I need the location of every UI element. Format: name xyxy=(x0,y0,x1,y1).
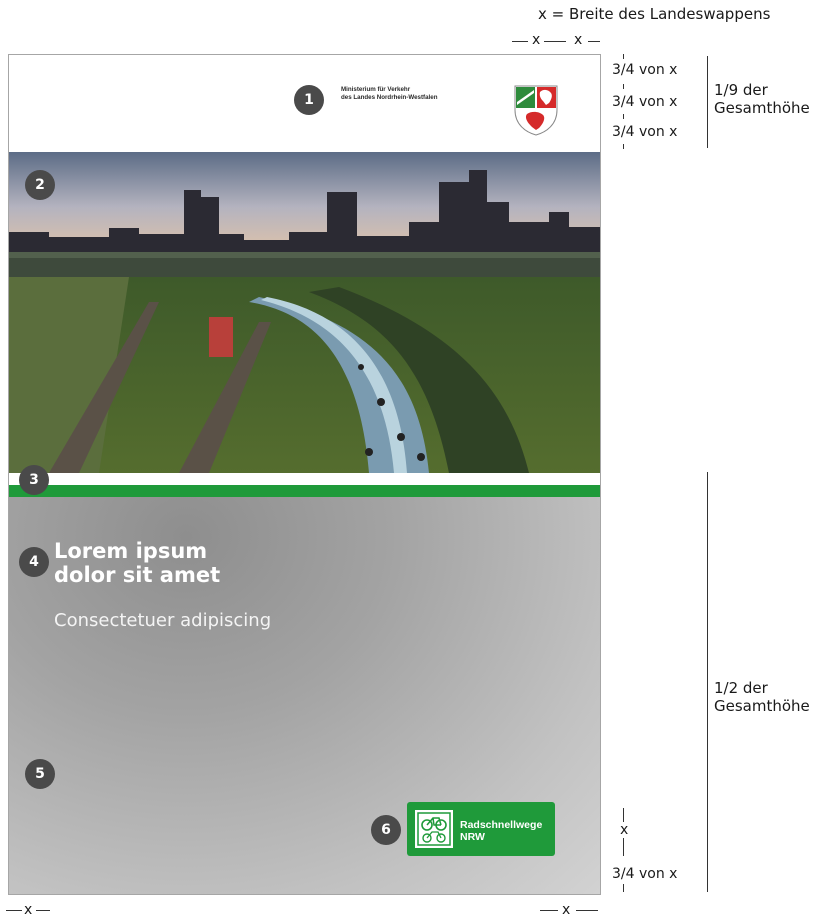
dimension-line xyxy=(623,838,624,856)
headline-line-2: dolor sit amet xyxy=(54,563,221,587)
ministry-name: Ministerium für Verkehr des Landes Nordr… xyxy=(341,86,438,102)
bottom-x-right: x xyxy=(562,902,571,918)
dimension-line xyxy=(544,41,566,42)
callout-badge-5: 5 xyxy=(25,759,55,789)
callout-badge-3: 3 xyxy=(19,465,49,495)
callout-badge-1: 1 xyxy=(294,85,324,115)
x-bottom-marker: x xyxy=(620,822,629,838)
dimension-tick xyxy=(623,144,624,149)
dimension-line xyxy=(6,910,22,911)
dimension-line xyxy=(623,808,624,822)
white-stripe xyxy=(9,473,600,485)
three-quarter-label-1: 3/4 von x xyxy=(612,62,678,78)
callout-badge-6: 6 xyxy=(371,815,401,845)
dimension-line xyxy=(588,41,600,42)
dimension-tick xyxy=(623,114,624,119)
ninth-label-line2: Gesamthöhe xyxy=(714,99,810,117)
dimension-line xyxy=(36,910,50,911)
three-quarter-label-2: 3/4 von x xyxy=(612,94,678,110)
bicycle-icon xyxy=(415,810,453,848)
dimension-line xyxy=(512,41,528,42)
half-label-line2: Gesamthöhe xyxy=(714,697,810,715)
callout-badge-4: 4 xyxy=(19,547,49,577)
ministry-line-1: Ministerium für Verkehr xyxy=(341,86,411,93)
three-quarter-bottom: 3/4 von x xyxy=(612,866,678,882)
city-photo-image xyxy=(9,152,600,473)
poster-subline: Consectetuer adipiscing xyxy=(54,610,272,631)
dimension-x-right: x xyxy=(574,32,583,48)
three-quarter-label-3: 3/4 von x xyxy=(612,124,678,140)
radschnellwege-logo: Radschnellwege NRW xyxy=(407,802,555,856)
dimension-tick xyxy=(623,84,624,89)
coat-of-arms-icon xyxy=(514,85,558,136)
width-definition: x = Breite des Landeswappens xyxy=(538,5,771,23)
poster-headline: Lorem ipsum dolor sit amet xyxy=(54,539,220,587)
dimension-line xyxy=(576,910,598,911)
ninth-label-line1: 1/9 der xyxy=(714,81,768,99)
logo-line-1: Radschnellwege xyxy=(460,819,543,831)
ministry-line-2: des Landes Nordrhein-Westfalen xyxy=(341,94,438,101)
logo-text: Radschnellwege NRW xyxy=(460,819,542,843)
dimension-x-left: x xyxy=(532,32,541,48)
bottom-x-left: x xyxy=(24,902,33,918)
half-label-line1: 1/2 der xyxy=(714,679,768,697)
dimension-tick xyxy=(623,54,624,59)
callout-badge-2: 2 xyxy=(25,170,55,200)
logo-line-2: NRW xyxy=(460,831,485,843)
green-stripe xyxy=(9,485,600,497)
headline-line-1: Lorem ipsum xyxy=(54,539,208,563)
dimension-line xyxy=(540,910,558,911)
ninth-bracket-line xyxy=(707,56,708,148)
dimension-line xyxy=(623,884,624,892)
half-bracket-line xyxy=(707,472,708,892)
poster-layout: Ministerium für Verkehr des Landes Nordr… xyxy=(8,54,601,895)
